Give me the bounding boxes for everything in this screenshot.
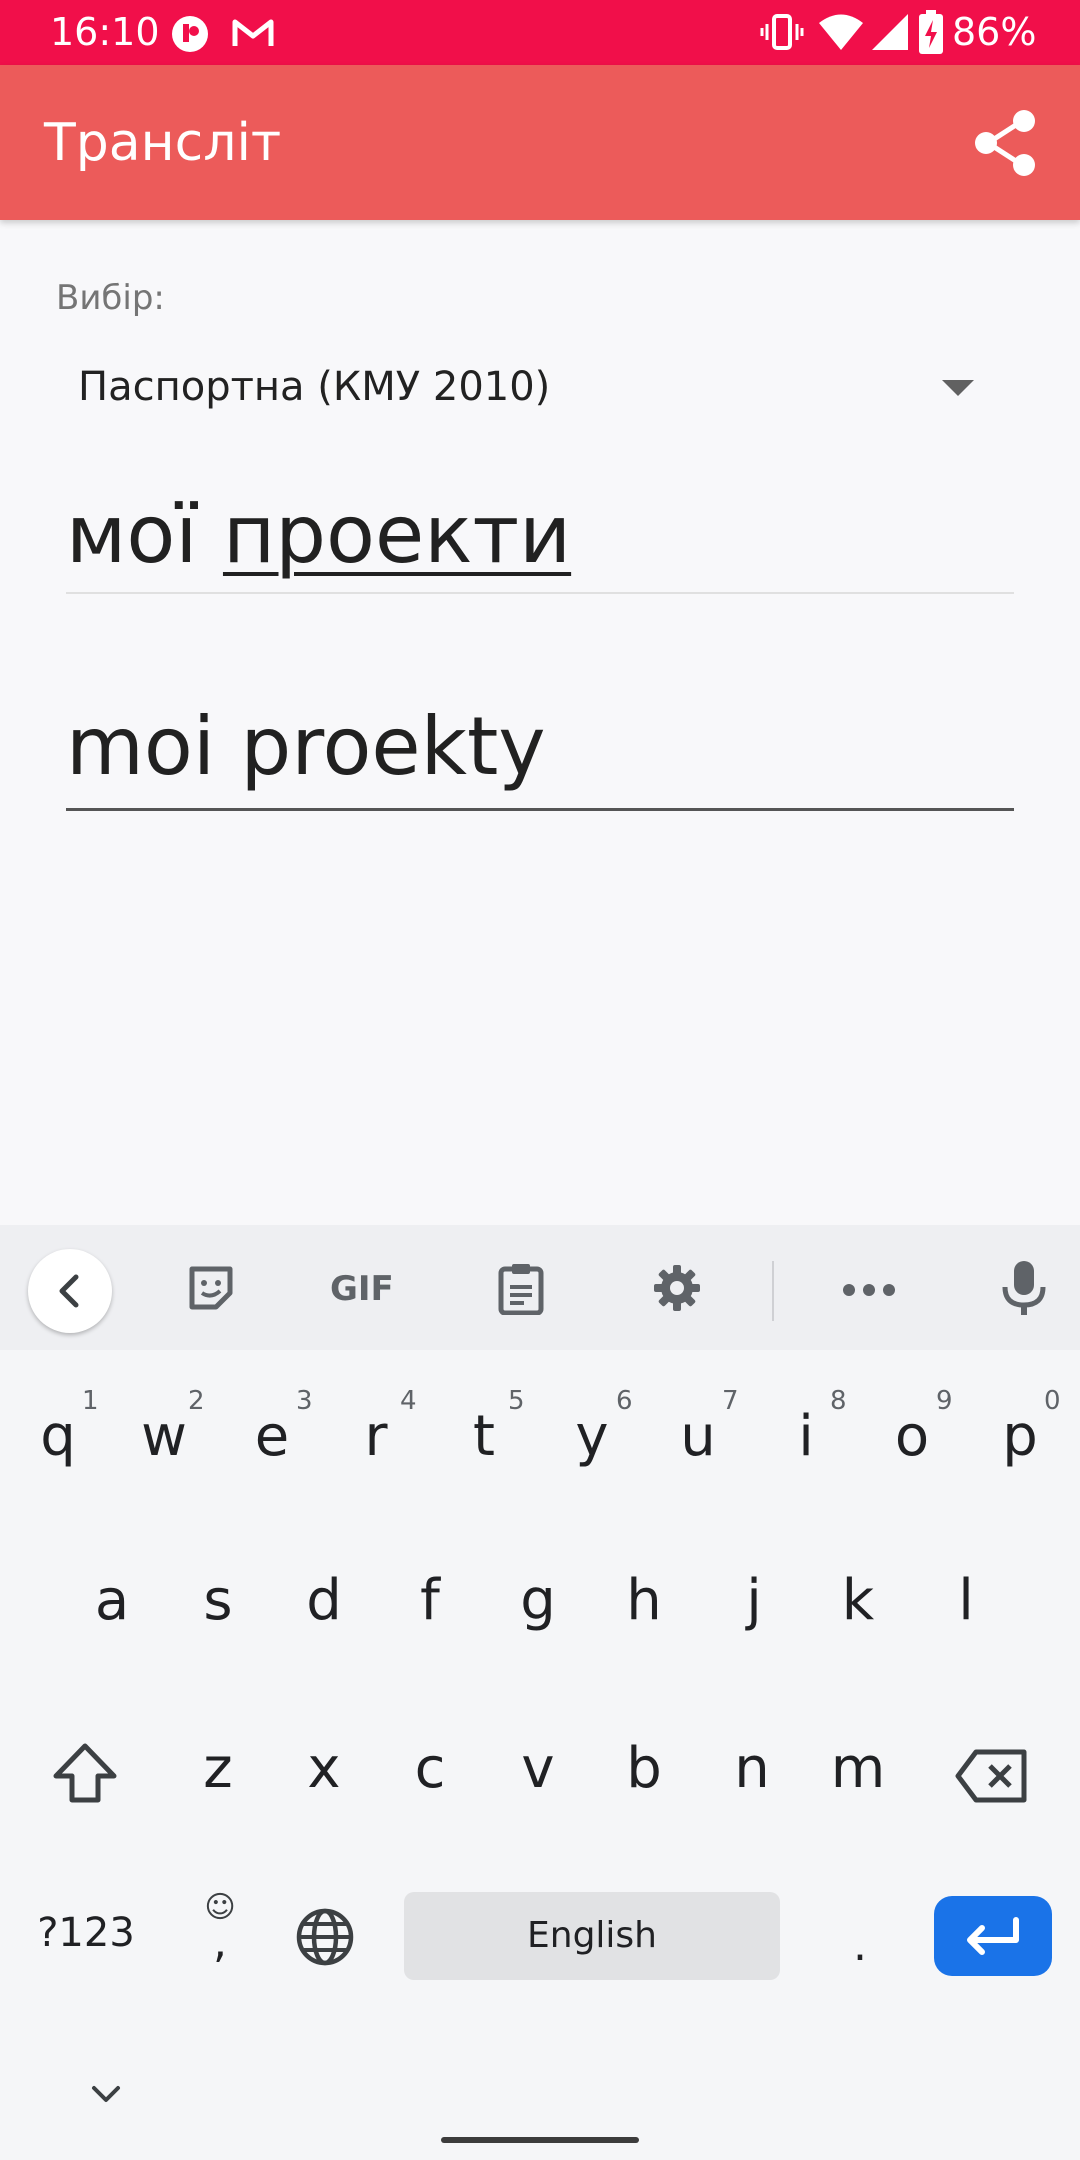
key-l[interactable]: l (926, 1568, 1006, 1633)
more-options-icon[interactable] (842, 1283, 896, 1302)
key-v[interactable]: v (498, 1736, 578, 1801)
app-notification-icon (170, 14, 210, 59)
key-c[interactable]: c (390, 1736, 470, 1801)
key-x[interactable]: x (284, 1736, 364, 1801)
collapse-toolbar-button[interactable] (28, 1249, 112, 1333)
battery-percent: 86% (952, 10, 1037, 54)
microphone-icon[interactable] (1000, 1259, 1048, 1322)
transliteration-spinner[interactable]: Паспортна (КМУ 2010) (56, 350, 1006, 422)
key-u[interactable]: 7u (658, 1386, 738, 1469)
result-text: moi proekty (66, 700, 546, 793)
key-j[interactable]: j (714, 1568, 794, 1633)
key-w[interactable]: 2w (124, 1386, 204, 1469)
gif-label: GIF (330, 1269, 394, 1309)
source-text-input[interactable]: мої проекти (66, 480, 1014, 595)
space-key[interactable]: English (404, 1892, 780, 1980)
chevron-down-icon (86, 2086, 126, 2118)
enter-key[interactable] (934, 1896, 1052, 1976)
key-r[interactable]: 4r (336, 1386, 416, 1469)
clipboard-icon[interactable] (496, 1263, 546, 1320)
source-text-plain: мої (66, 488, 223, 581)
spinner-value: Паспортна (КМУ 2010) (78, 364, 551, 410)
key-p[interactable]: 0p (980, 1386, 1060, 1469)
key-e[interactable]: 3e (232, 1386, 313, 1469)
gmail-icon (232, 16, 274, 55)
result-text-field[interactable]: moi proekty (66, 700, 1014, 815)
dropdown-arrow-icon (942, 380, 974, 396)
sticker-icon[interactable] (186, 1263, 236, 1318)
key-i[interactable]: 8i (766, 1386, 846, 1469)
key-z[interactable]: z (178, 1736, 258, 1801)
key-a[interactable]: a (72, 1568, 152, 1633)
shift-key[interactable] (50, 1740, 120, 1806)
globe-icon (294, 1908, 356, 1972)
key-m[interactable]: m (818, 1736, 898, 1801)
key-g[interactable]: g (498, 1568, 578, 1633)
comma-key[interactable]: ☺ , (190, 1890, 250, 1965)
source-underline (66, 592, 1014, 594)
key-s[interactable]: s (178, 1568, 258, 1633)
keyboard-toolbar: GIF (0, 1225, 1080, 1350)
app-title: Трансліт (44, 113, 282, 173)
period-key[interactable]: . (840, 1920, 880, 1971)
key-n[interactable]: n (712, 1736, 792, 1801)
keyboard: GIF (0, 1225, 1080, 2160)
app-bar: Трансліт (0, 65, 1080, 220)
gif-icon[interactable]: GIF (330, 1269, 394, 1309)
source-text: мої проекти (66, 488, 571, 581)
backspace-icon (954, 1749, 1030, 1810)
home-gesture-bar[interactable] (441, 2137, 639, 2143)
source-text-composing: проекти (222, 488, 572, 581)
key-d[interactable]: d (284, 1568, 364, 1633)
result-underline (66, 808, 1014, 811)
status-bar: 16:10 86% (0, 0, 1080, 65)
shift-icon (50, 1743, 120, 1810)
hide-keyboard-button[interactable] (86, 2074, 126, 2114)
key-b[interactable]: b (604, 1736, 684, 1801)
selector-label: Вибір: (56, 278, 165, 318)
key-f[interactable]: f (390, 1568, 470, 1633)
symbols-key[interactable]: ?123 (28, 1910, 144, 1956)
enter-icon (934, 1917, 1052, 1980)
key-k[interactable]: k (818, 1568, 898, 1633)
key-q[interactable]: 1q (18, 1386, 98, 1469)
backspace-key[interactable] (954, 1746, 1030, 1806)
status-time: 16:10 (50, 10, 160, 54)
key-h[interactable]: h (604, 1568, 684, 1633)
share-icon[interactable] (968, 105, 1044, 181)
signal-icon (870, 12, 910, 57)
wifi-icon (818, 12, 864, 57)
battery-charging-icon (918, 10, 944, 59)
toolbar-divider (772, 1261, 774, 1321)
key-o[interactable]: 9o (872, 1386, 953, 1469)
language-key[interactable] (294, 1906, 356, 1968)
key-y[interactable]: 6y (552, 1386, 632, 1469)
settings-gear-icon[interactable] (652, 1263, 702, 1318)
key-t[interactable]: 5t (444, 1386, 525, 1469)
vibrate-icon (760, 12, 804, 57)
